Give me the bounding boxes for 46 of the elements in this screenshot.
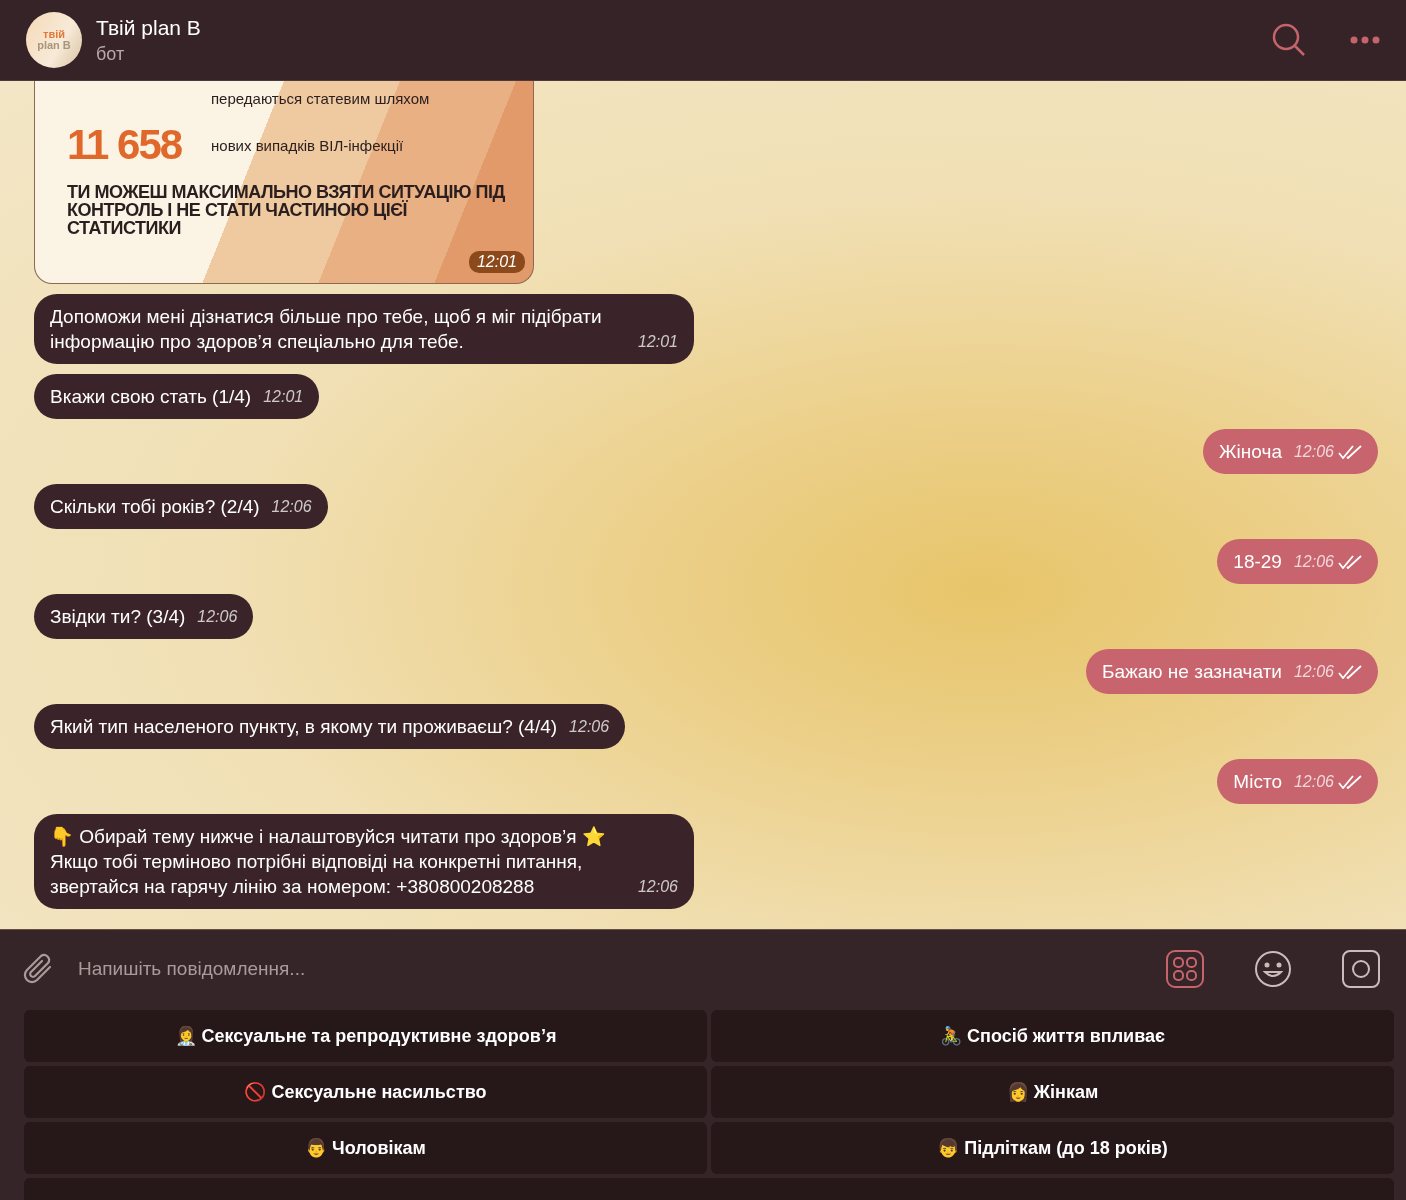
grid-icon [1166, 950, 1204, 988]
message-time: 12:06 [197, 607, 238, 627]
message-text: Бажаю не зазначати [1102, 660, 1282, 684]
message-time: 12:01 [263, 387, 304, 407]
statistic-caption: передаються статевим шляхом [211, 90, 430, 107]
statement-text: ТИ МОЖЕШ МАКСИМАЛЬНО ВЗЯТИ СИТУАЦІЮ ПІД КОНТРОЛЬ І НЕ СТАТИ ЧАСТИНОЮ ЦІЄЇ СТАТИСТИКИ [67, 183, 506, 237]
message-time: 12:06 [569, 717, 610, 737]
chat-title: Твій plan B [96, 15, 202, 40]
smiley-icon [1254, 950, 1292, 988]
statistic-number: 11 658 [67, 121, 183, 169]
chat-subtitle: бот [96, 43, 126, 65]
bot-menu-button[interactable] [1166, 950, 1204, 988]
avatar-logo-text: plan B [37, 40, 71, 51]
message-time: 12:01 [637, 332, 678, 352]
statistic-caption: нових випадків ВІЛ-інфекції [211, 136, 404, 154]
message-text: 👇 Обирай тему нижче і налаштовуйся читати про здоров’я ⭐ Якщо тобі терміново потрібні відповіді на конкретні питання, звертайся на гарячу лінію за номером: +380800208288 [50, 825, 607, 899]
camera-icon [1342, 950, 1380, 988]
message-time: 12:06 [1293, 552, 1334, 572]
message-text: Який тип населеного пункту, в якому ти проживаєш? (4/4) [50, 715, 558, 739]
message-text: Скільки тобі років? (2/4) [50, 495, 260, 519]
message-time: 12:01 [468, 251, 525, 273]
message-text: Допоможи мені дізнатися більше про тебе, щоб я міг підібрати інформацію про здоров’я спеціально для тебе. [50, 305, 603, 354]
more-icon [1350, 36, 1380, 44]
keyboard-option-button[interactable]: 👩 Жінкам [711, 1066, 1394, 1118]
search-button[interactable] [1272, 23, 1306, 57]
message-text: Звідки ти? (3/4) [50, 605, 186, 629]
keyboard-option-button[interactable]: 🚴 Спосіб життя впливає [711, 1010, 1394, 1062]
keyboard-option-button[interactable]: 👩‍⚕ Сексуальне та репродуктивне здоров’я [24, 1010, 707, 1062]
avatar-logo-text: твій [43, 29, 65, 40]
message-text: Жіноча [1219, 440, 1282, 464]
message-time: 12:06 [1293, 662, 1334, 682]
message-time: 12:06 [1293, 772, 1334, 792]
message-text: 18-29 [1233, 550, 1282, 574]
message-time: 12:06 [637, 877, 678, 897]
message-text: Місто [1233, 770, 1282, 794]
message-time: 12:06 [271, 497, 312, 517]
message-text: Вкажи свою стать (1/4) [50, 385, 252, 409]
more-button[interactable] [1350, 36, 1380, 44]
keyboard-option-button[interactable]: 👦 Підліткам (до 18 років) [711, 1122, 1394, 1174]
emoji-button[interactable] [1254, 950, 1292, 988]
camera-button[interactable] [1342, 950, 1380, 988]
keyboard-option-button[interactable]: 👨 Чоловікам [24, 1122, 707, 1174]
search-icon [1272, 23, 1306, 57]
message-input-field[interactable]: Напишіть повідомлення... [76, 957, 1116, 981]
keyboard-option-button[interactable]: 🚫 Сексуальне насильство [24, 1066, 707, 1118]
message-time: 12:06 [1293, 442, 1334, 462]
